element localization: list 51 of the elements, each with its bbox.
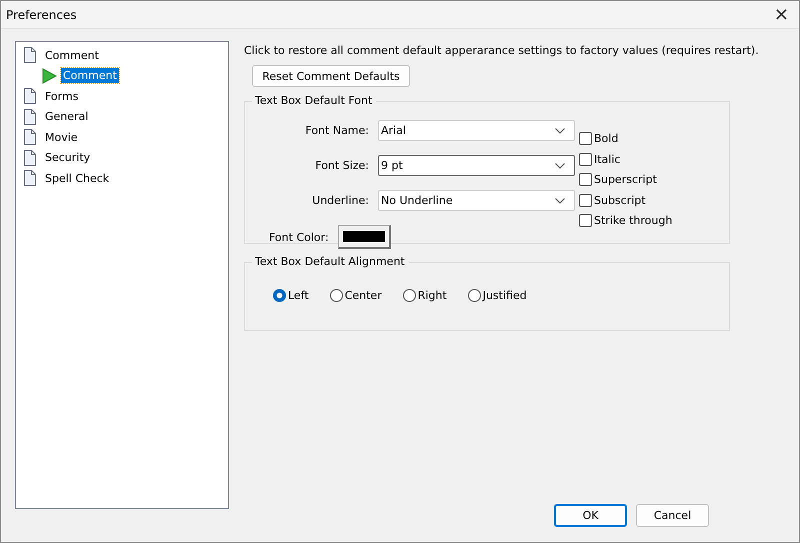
checkbox[interactable] xyxy=(579,152,592,166)
radio-button[interactable] xyxy=(273,289,286,302)
play-icon xyxy=(41,68,57,84)
checkbox-label: Subscript xyxy=(594,194,646,206)
checkbox-label: Superscript xyxy=(594,173,657,186)
checkbox-label: Strike through xyxy=(594,214,672,227)
tree-item[interactable]: Comment xyxy=(61,68,119,84)
tree-item[interactable]: Security xyxy=(43,150,92,166)
checkbox[interactable] xyxy=(579,132,592,145)
chevron-down-icon xyxy=(555,128,565,134)
page-icon xyxy=(23,47,37,64)
checkbox-label: Italic xyxy=(594,152,620,166)
ok-button[interactable]: OK xyxy=(554,504,627,527)
chevron-down-icon xyxy=(555,162,565,168)
reset-button[interactable]: Reset Comment Defaults xyxy=(252,65,410,87)
page-icon xyxy=(23,88,37,104)
dropdown[interactable]: No Underline xyxy=(378,190,575,211)
radio-label: Left xyxy=(288,289,309,302)
description-text: Click to restore all comment default apperarance settings to factory values (requires restart). xyxy=(244,44,760,57)
close-button[interactable]: × xyxy=(764,4,799,24)
tree-item[interactable]: Spell Check xyxy=(43,170,112,186)
radio-label: Right xyxy=(418,289,447,302)
group-title: Text Box Default Alignment xyxy=(252,255,409,268)
color-picker-button[interactable] xyxy=(338,225,391,249)
radio-label: Justified xyxy=(482,289,527,302)
checkbox[interactable] xyxy=(579,194,592,206)
field-label: Underline: xyxy=(312,194,369,207)
cancel-button[interactable]: Cancel xyxy=(636,504,709,527)
tree-item[interactable]: Comment xyxy=(43,48,101,63)
page-icon xyxy=(23,129,37,146)
field-label: Font Color: xyxy=(269,230,329,244)
chevron-down-icon xyxy=(555,198,565,204)
dropdown[interactable]: Arial xyxy=(378,120,575,141)
group-title: Text Box Default Font xyxy=(252,94,376,107)
tree-item[interactable]: Movie xyxy=(43,130,80,145)
checkbox[interactable] xyxy=(579,214,592,227)
dropdown[interactable]: 9 pt xyxy=(378,155,575,176)
field-label: Font Name: xyxy=(305,124,369,137)
field-label: Font Size: xyxy=(315,159,369,172)
checkbox-label: Bold xyxy=(594,132,618,145)
radio-button[interactable] xyxy=(330,289,343,302)
radio-button[interactable] xyxy=(402,289,416,302)
checkbox[interactable] xyxy=(579,173,592,186)
tree-item[interactable]: Forms xyxy=(43,88,80,104)
tree-item[interactable]: General xyxy=(43,109,90,124)
page-icon xyxy=(23,108,37,125)
page-icon xyxy=(23,170,37,186)
radio-label: Center xyxy=(344,289,382,302)
window-title: Preferences xyxy=(5,8,77,22)
radio-button[interactable] xyxy=(468,289,481,302)
page-icon xyxy=(23,150,37,166)
